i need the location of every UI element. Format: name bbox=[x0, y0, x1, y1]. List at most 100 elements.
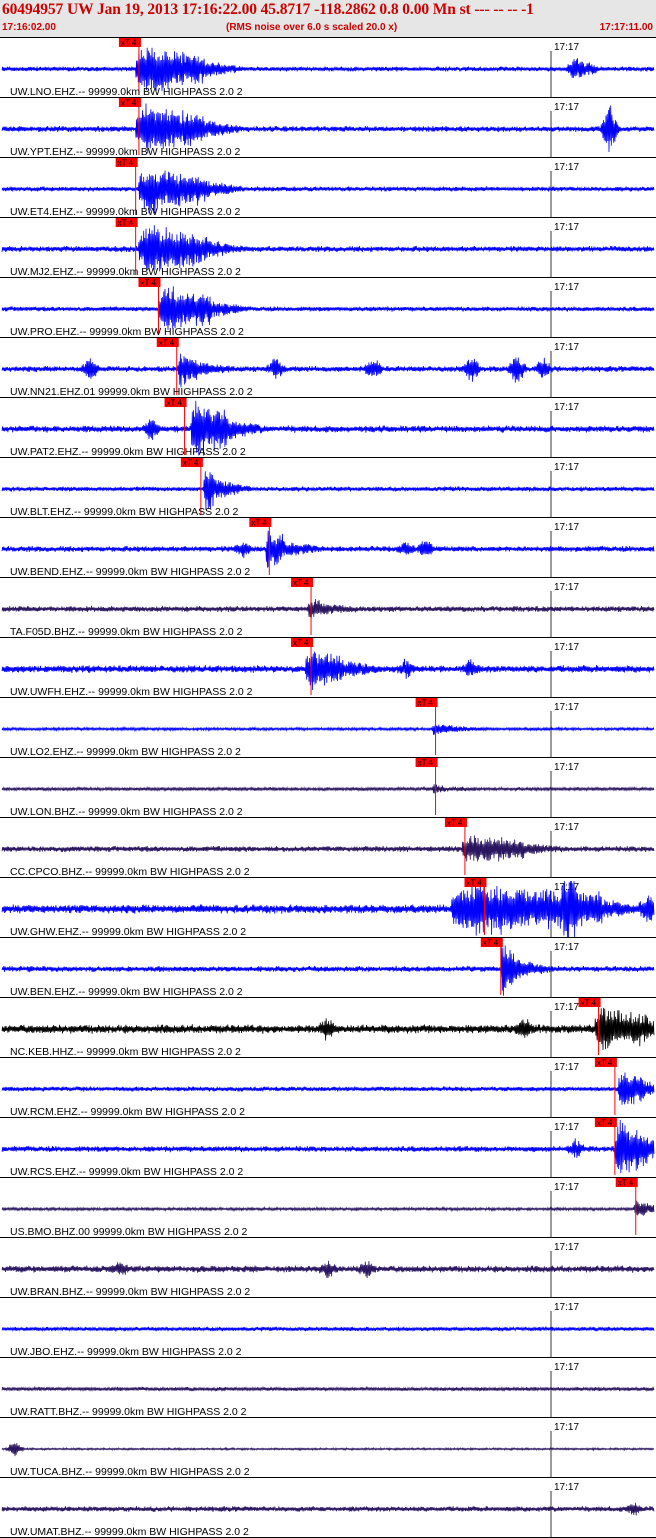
minute-label: 17:17 bbox=[554, 1002, 579, 1013]
pick-label: xT 4 bbox=[121, 99, 137, 108]
minute-label: 17:17 bbox=[554, 342, 579, 353]
minute-label: 17:17 bbox=[554, 102, 579, 113]
trace-row: 17:17 xT 4 NC.KEB.HHZ.-- 99999.0km BW HIGH… bbox=[0, 997, 656, 1058]
trace-row: 17:17xT 4UW.GHW.EHZ.-- 99999.0km BW HIGH… bbox=[0, 877, 656, 938]
waveform bbox=[1, 784, 655, 794]
seismogram-panel: 17:17 xT 4 UW.LNO.EHZ.-- 99999.0km BW HIGH… bbox=[0, 37, 656, 1538]
start-time-label: 17:16:02.00 bbox=[2, 22, 56, 33]
waveform bbox=[1, 1200, 655, 1216]
trace-row: 17:17 xT 4 UW.LNO.EHZ.-- 99999.0km BW HIGH… bbox=[0, 37, 656, 98]
waveform bbox=[1, 1442, 655, 1457]
station-label: UW.TUCA.BHZ.-- 99999.0km BW HIGHPASS 2.0… bbox=[10, 1466, 250, 1478]
trace-row: 17:17 xT 4 UW.RCS.EHZ.-- 99999.0km BW HIGH… bbox=[0, 1117, 656, 1178]
station-label: UW.RATT.BHZ.-- 99999.0km BW HIGHPASS 2.0… bbox=[10, 1406, 247, 1418]
waveform bbox=[1, 1325, 655, 1332]
minute-label: 17:17 bbox=[554, 702, 579, 713]
minute-label: 17:17 bbox=[554, 1122, 579, 1133]
trace-row: 17:17 xT 4 UW.BEND.EHZ.-- 99999.0km BW HIG… bbox=[0, 517, 656, 578]
trace-row: 17:17 UW.RATT.BHZ.-- 99999.0km BW HIGHPAS… bbox=[0, 1357, 656, 1418]
waveform bbox=[1, 47, 655, 92]
minute-label: 17:17 bbox=[554, 162, 579, 173]
trace-row: 17:17 UW.BRAN.BHZ.-- 99999.0km BW HIGHPAS… bbox=[0, 1237, 656, 1298]
pick-label: xT 4 bbox=[618, 1179, 634, 1188]
station-label: NC.KEB.HHZ.-- 99999.0km BW HIGHPASS 2.0 … bbox=[10, 1046, 241, 1058]
station-label: UW.NN21.EHZ.01 99999.0km BW HIGHPASS 2.0… bbox=[10, 386, 253, 398]
trace-row: 17:17 xT 4 UW.LON.BHZ.-- 99999.0km BW HIGH… bbox=[0, 757, 656, 818]
station-label: TA.F05D.BHZ.-- 99999.0km BW HIGHPASS 2.0… bbox=[10, 626, 243, 638]
pick-label: xT 4 bbox=[293, 579, 309, 588]
station-label: UW.YPT.EHZ.-- 99999.0km BW HIGHPASS 2.0 … bbox=[10, 146, 240, 158]
trace-row: 17:17 xT 4 UW.MJ2.EHZ.-- 99999.0km BW HIGH… bbox=[0, 217, 656, 278]
end-time-label: 17:17:11.00 bbox=[599, 22, 653, 33]
minute-label: 17:17 bbox=[554, 1422, 579, 1433]
event-header: 60494957 UW Jan 19, 2013 17:16:22.00 45.… bbox=[0, 0, 656, 37]
trace-row: 17:17 xT 4 UW.LO2.EHZ.-- 99999.0km BW HIGH… bbox=[0, 697, 656, 758]
pick-label: xT 4 bbox=[418, 699, 434, 708]
pick-label: xT 4 bbox=[167, 399, 183, 408]
pick-label: xT 4 bbox=[118, 219, 134, 228]
pick-label: xT 4 bbox=[140, 279, 156, 288]
station-label: UW.UMAT.BHZ.-- 99999.0km BW HIGHPASS 2.0… bbox=[10, 1526, 249, 1538]
station-label: UW.PAT2.EHZ.-- 99999.0km BW HIGHPASS 2.0… bbox=[10, 446, 246, 458]
minute-label: 17:17 bbox=[554, 42, 579, 53]
pick-label: xT 4 bbox=[483, 939, 499, 948]
waveform bbox=[1, 471, 655, 510]
seismogram-traces: 17:17xT 4UW.LNO.EHZ.-- 99999.0km BW HIGH… bbox=[0, 37, 656, 1538]
minute-label: 17:17 bbox=[554, 642, 579, 653]
station-label: UW.RCM.EHZ.-- 99999.0km BW HIGHPASS 2.0 … bbox=[10, 1106, 245, 1118]
trace-row: 17:17 UW.JBO.EHZ.-- 99999.0km BW HIGHPASS… bbox=[0, 1297, 656, 1358]
station-label: UW.LNO.EHZ.-- 99999.0km BW HIGHPASS 2.0 … bbox=[10, 86, 243, 98]
trace-row: 17:17 UW.UMAT.BHZ.-- 99999.0km BW HIGHPAS… bbox=[0, 1477, 656, 1538]
minute-label: 17:17 bbox=[554, 462, 579, 473]
trace-row: 17:17 xT 4 CC.CPCO.BHZ.-- 99999.0km BW HIG… bbox=[0, 817, 656, 878]
trace-row: 17:17 xT 4 UW.PRO.EHZ.-- 99999.0km BW HIGH… bbox=[0, 277, 656, 338]
waveform bbox=[1, 1260, 655, 1279]
trace-row: 17:17 xT 4 UW.BEN.EHZ.-- 99999.0km BW HIGH… bbox=[0, 937, 656, 998]
trace-row: 17:17 xT 4 UW.UWFH.EHZ.-- 99999.0km BW HIG… bbox=[0, 637, 656, 698]
trace-row: 17:17 xT 4 UW.YPT.EHZ.-- 99999.0km BW HIGH… bbox=[0, 97, 656, 158]
minute-label: 17:17 bbox=[554, 1362, 579, 1373]
trace-row: 17:17 xT 4 UW.BLT.EHZ.-- 99999.0km BW HIGH… bbox=[0, 457, 656, 518]
trace-row: 17:17 xT 4 UW.ET4.EHZ.-- 99999.0km BW HIGH… bbox=[0, 157, 656, 218]
minute-label: 17:17 bbox=[554, 1482, 579, 1493]
station-label: UW.BRAN.BHZ.-- 99999.0km BW HIGHPASS 2.0… bbox=[10, 1286, 250, 1298]
minute-label: 17:17 bbox=[554, 1302, 579, 1313]
event-title: 60494957 UW Jan 19, 2013 17:16:22.00 45.… bbox=[2, 1, 534, 18]
station-label: UW.PRO.EHZ.-- 99999.0km BW HIGHPASS 2.0 … bbox=[10, 326, 244, 338]
minute-label: 17:17 bbox=[554, 582, 579, 593]
station-label: UW.MJ2.EHZ.-- 99999.0km BW HIGHPASS 2.0 … bbox=[10, 266, 241, 278]
station-label: UW.GHW.EHZ.-- 99999.0km BW HIGHPASS 2.0 … bbox=[10, 926, 246, 938]
waveform bbox=[1, 651, 655, 691]
minute-label: 17:17 bbox=[554, 282, 579, 293]
trace-row: 17:17 xT 4 TA.F05D.BHZ.-- 99999.0km BW HIG… bbox=[0, 577, 656, 638]
station-label: UW.BLT.EHZ.-- 99999.0km BW HIGHPASS 2.0 … bbox=[10, 506, 239, 518]
pick-label: xT 4 bbox=[121, 39, 137, 48]
waveform bbox=[1, 835, 655, 862]
trace-row: 17:17 xT 4 UW.NN21.EHZ.01 99999.0km BW HIG… bbox=[0, 337, 656, 398]
minute-label: 17:17 bbox=[554, 942, 579, 953]
station-label: UW.BEND.EHZ.-- 99999.0km BW HIGHPASS 2.0… bbox=[10, 566, 250, 578]
station-label: UW.LON.BHZ.-- 99999.0km BW HIGHPASS 2.0 … bbox=[10, 806, 243, 818]
station-label: UW.LO2.EHZ.-- 99999.0km BW HIGHPASS 2.0 … bbox=[10, 746, 241, 758]
minute-label: 17:17 bbox=[554, 1242, 579, 1253]
station-label: US.BMO.BHZ.00 99999.0km BW HIGHPASS 2.0 … bbox=[10, 1226, 247, 1238]
minute-label: 17:17 bbox=[554, 1062, 579, 1073]
pick-label: xT 4 bbox=[447, 819, 463, 828]
minute-label: 17:17 bbox=[554, 1182, 579, 1193]
station-label: UW.RCS.EHZ.-- 99999.0km BW HIGHPASS 2.0 … bbox=[10, 1166, 243, 1178]
waveform bbox=[1, 724, 655, 735]
noise-note: (RMS noise over 6.0 s scaled 20.0 x) bbox=[226, 22, 398, 33]
pick-label: xT 4 bbox=[418, 759, 434, 768]
pick-label: xT 4 bbox=[597, 1059, 613, 1068]
pick-label: xT 4 bbox=[251, 519, 267, 528]
station-label: UW.UWFH.EHZ.-- 99999.0km BW HIGHPASS 2.0… bbox=[10, 686, 253, 698]
minute-label: 17:17 bbox=[554, 222, 579, 233]
pick-label: xT 4 bbox=[118, 159, 134, 168]
waveform bbox=[1, 1385, 655, 1393]
minute-label: 17:17 bbox=[554, 522, 579, 533]
station-label: UW.JBO.EHZ.-- 99999.0km BW HIGHPASS 2.0 … bbox=[10, 1346, 242, 1358]
minute-label: 17:17 bbox=[554, 822, 579, 833]
pick-label: xT 4 bbox=[293, 639, 309, 648]
pick-label: xT 4 bbox=[466, 879, 482, 888]
pick-label: xT 4 bbox=[183, 459, 199, 468]
